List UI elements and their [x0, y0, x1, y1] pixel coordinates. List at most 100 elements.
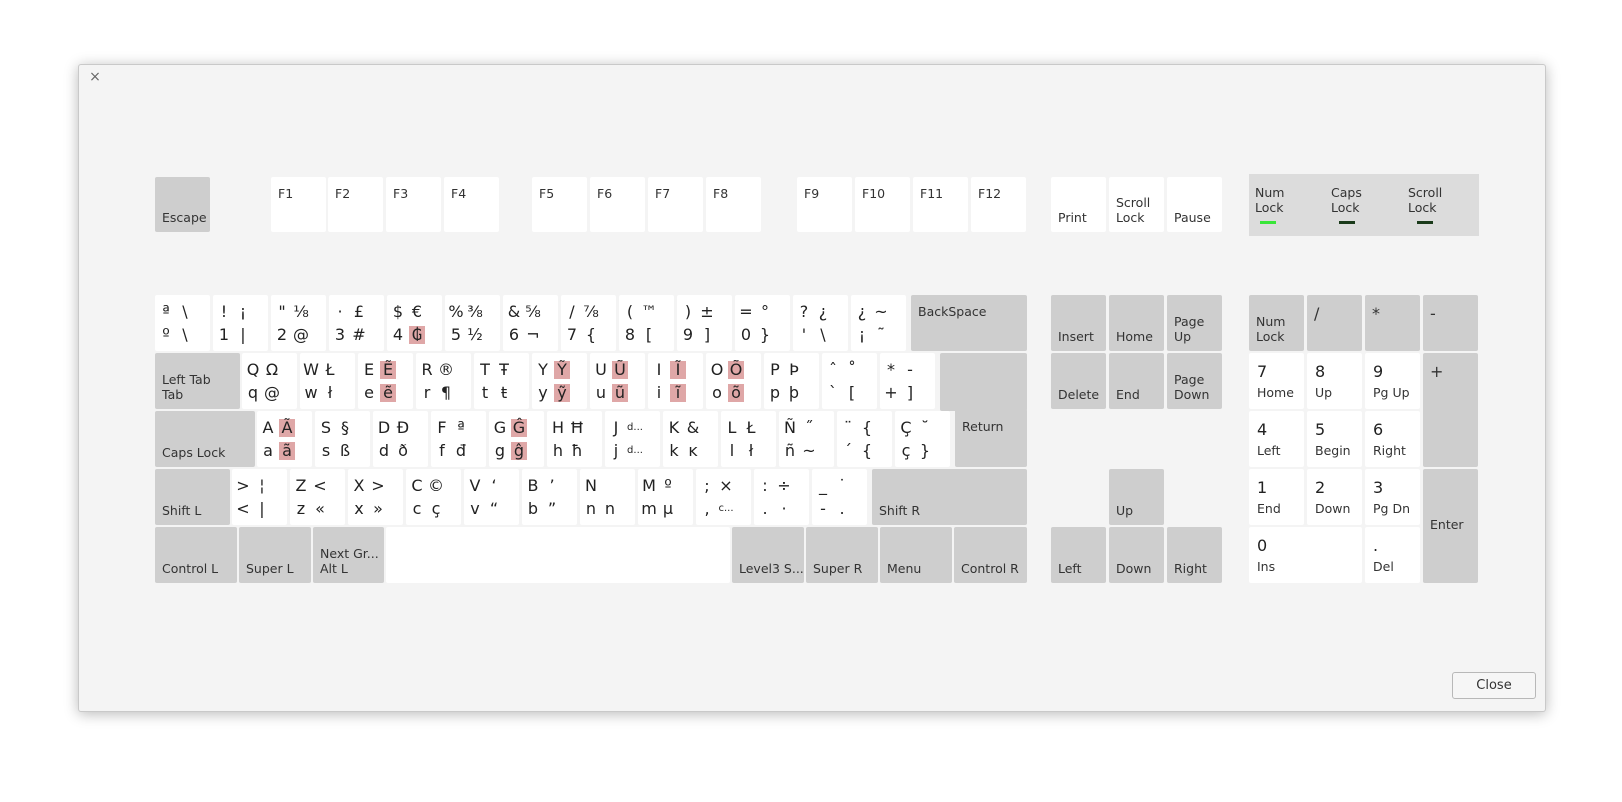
scroll-lock-key[interactable]: Scroll Lock	[1109, 177, 1164, 232]
row1-key-2[interactable]: ! ¡ 1 |	[213, 295, 268, 351]
row4-key-3[interactable]: X > x »	[348, 469, 403, 525]
insert-key[interactable]: Insert	[1051, 295, 1106, 351]
keypad-num-lock-key[interactable]: Num Lock	[1249, 295, 1304, 351]
down-arrow-key[interactable]: Down	[1109, 527, 1164, 583]
f7-key[interactable]: F7	[648, 177, 703, 232]
f11-key[interactable]: F11	[913, 177, 968, 232]
control-right-key[interactable]: Control R	[954, 527, 1027, 583]
row1-key-3[interactable]: " ⅛ 2 @	[271, 295, 326, 351]
row3-key-10[interactable]: Ñ ˝ ñ ~	[779, 411, 834, 467]
page-down-key[interactable]: Page Down	[1167, 353, 1222, 409]
row3-key-6[interactable]: HĦhħ	[547, 411, 602, 467]
backspace-key[interactable]: BackSpace	[911, 295, 1027, 351]
row3-key-1[interactable]: AÃaã	[257, 411, 312, 467]
row3-key-11[interactable]: ¨ {´ {	[837, 411, 892, 467]
row3-key-4[interactable]: Fªfđ	[431, 411, 486, 467]
f1-key[interactable]: F1	[271, 177, 326, 232]
alt-left-key[interactable]: Next Gr... Alt L	[313, 527, 384, 583]
return-key[interactable]	[940, 353, 1027, 411]
keypad-k0-key[interactable]: 0 Ins	[1249, 527, 1362, 583]
row3-key-9[interactable]: LŁlł	[721, 411, 776, 467]
space-bar[interactable]	[386, 527, 730, 583]
row4-key-1[interactable]: > ¦ < |	[232, 469, 287, 525]
row1-key-6[interactable]: % ⅜ 5 ½	[445, 295, 500, 351]
row2-key-5[interactable]: TŦtŧ	[474, 353, 529, 409]
keypad-k9-key[interactable]: 9 Pg Up	[1365, 353, 1420, 409]
home-key[interactable]: Home	[1109, 295, 1164, 351]
keypad-k6-key[interactable]: 6 Right	[1365, 411, 1420, 467]
row3-key-12[interactable]: Ç ˘ ç}	[895, 411, 950, 467]
row1-key-8[interactable]: / ⅞ 7 {	[561, 295, 616, 351]
row2-key-12[interactable]: * - +]	[880, 353, 935, 409]
row4-key-9[interactable]: ; ×, c...	[696, 469, 751, 525]
escape-key[interactable]: Escape	[155, 177, 210, 232]
row4-key-2[interactable]: Z < z «	[290, 469, 345, 525]
right-arrow-key[interactable]: Right	[1167, 527, 1222, 583]
keypad-k3-key[interactable]: 3 Pg Dn	[1365, 469, 1420, 525]
row2-key-8[interactable]: IĨiĩ	[648, 353, 703, 409]
row4-key-11[interactable]: _ ˙ -.	[812, 469, 867, 525]
keypad-k2-key[interactable]: 2 Down	[1307, 469, 1362, 525]
f3-key[interactable]: F3	[386, 177, 441, 232]
row2-key-9[interactable]: OÕoõ	[706, 353, 761, 409]
shift-right-key[interactable]: Shift R	[872, 469, 1027, 525]
keypad-k7-key[interactable]: 7 Home	[1249, 353, 1304, 409]
row1-key-10[interactable]: ) ±9]	[677, 295, 732, 351]
f10-key[interactable]: F10	[855, 177, 910, 232]
keypad-divide-key[interactable]: /	[1307, 295, 1362, 351]
row4-key-5[interactable]: V ‘ v “	[464, 469, 519, 525]
f4-key[interactable]: F4	[444, 177, 499, 232]
row1-key-7[interactable]: & ⅝ 6 ¬	[503, 295, 558, 351]
up-arrow-key[interactable]: Up	[1109, 469, 1164, 525]
keypad-k8-key[interactable]: 8 Up	[1307, 353, 1362, 409]
page-up-key[interactable]: Page Up	[1167, 295, 1222, 351]
keypad-enter-key[interactable]: Enter	[1423, 469, 1478, 583]
row2-key-10[interactable]: PÞpþ	[764, 353, 819, 409]
keypad-kdot-key[interactable]: . Del	[1365, 527, 1420, 583]
row1-key-9[interactable]: (™ 8 [	[619, 295, 674, 351]
row3-key-2[interactable]: S § s ß	[315, 411, 370, 467]
row2-key-11[interactable]: ˆ ˚ ` [	[822, 353, 877, 409]
super-right-key[interactable]: Super R	[806, 527, 878, 583]
row3-key-8[interactable]: K & k ĸ	[663, 411, 718, 467]
row1-key-12[interactable]: ? ¿ ' \	[793, 295, 848, 351]
keypad-k5-key[interactable]: 5 Begin	[1307, 411, 1362, 467]
row4-key-8[interactable]: Mºmµ	[638, 469, 693, 525]
row2-key-4[interactable]: R ® r ¶	[416, 353, 471, 409]
row2-key-7[interactable]: UŨuũ	[590, 353, 645, 409]
keypad-multiply-key[interactable]: *	[1365, 295, 1420, 351]
row2-key-6[interactable]: YỸyỹ	[532, 353, 587, 409]
close-button[interactable]: Close	[1452, 672, 1536, 699]
f6-key[interactable]: F6	[590, 177, 645, 232]
shift-left-key[interactable]: Shift L	[155, 469, 230, 525]
row2-key-2[interactable]: WŁwł	[300, 353, 355, 409]
level3-shift-key[interactable]: Level3 S...	[732, 527, 804, 583]
caps-lock-key[interactable]: Caps Lock	[155, 411, 255, 467]
print-key[interactable]: Print	[1051, 177, 1106, 232]
keypad-k1-key[interactable]: 1 End	[1249, 469, 1304, 525]
row1-key-5[interactable]: $ €4 ₲	[387, 295, 442, 351]
keypad-plus-key[interactable]: +	[1423, 353, 1478, 467]
row1-key-13[interactable]: ¿ ~ ¡ ˜	[851, 295, 906, 351]
close-icon[interactable]: ×	[88, 70, 102, 84]
f9-key[interactable]: F9	[797, 177, 852, 232]
pause-key[interactable]: Pause	[1167, 177, 1222, 232]
row3-key-7[interactable]: Jd... j d...	[605, 411, 660, 467]
row3-key-5[interactable]: GĜgĝ	[489, 411, 544, 467]
row4-key-10[interactable]: : ÷. ·	[754, 469, 809, 525]
super-left-key[interactable]: Super L	[239, 527, 311, 583]
delete-key[interactable]: Delete	[1051, 353, 1106, 409]
row3-key-3[interactable]: DĐdð	[373, 411, 428, 467]
control-left-key[interactable]: Control L	[155, 527, 237, 583]
f2-key[interactable]: F2	[328, 177, 383, 232]
row2-key-3[interactable]: EẼeẽ	[358, 353, 413, 409]
row2-key-1[interactable]: Q Ωq @	[242, 353, 297, 409]
menu-key[interactable]: Menu	[880, 527, 952, 583]
keypad-minus-key[interactable]: -	[1423, 295, 1478, 351]
row4-key-7[interactable]: Nnn	[580, 469, 635, 525]
tab-key[interactable]: Left Tab Tab	[155, 353, 240, 409]
left-arrow-key[interactable]: Left	[1051, 527, 1106, 583]
row1-key-11[interactable]: = ° 0}	[735, 295, 790, 351]
f5-key[interactable]: F5	[532, 177, 587, 232]
row1-key-1[interactable]: ª \ º \	[155, 295, 210, 351]
